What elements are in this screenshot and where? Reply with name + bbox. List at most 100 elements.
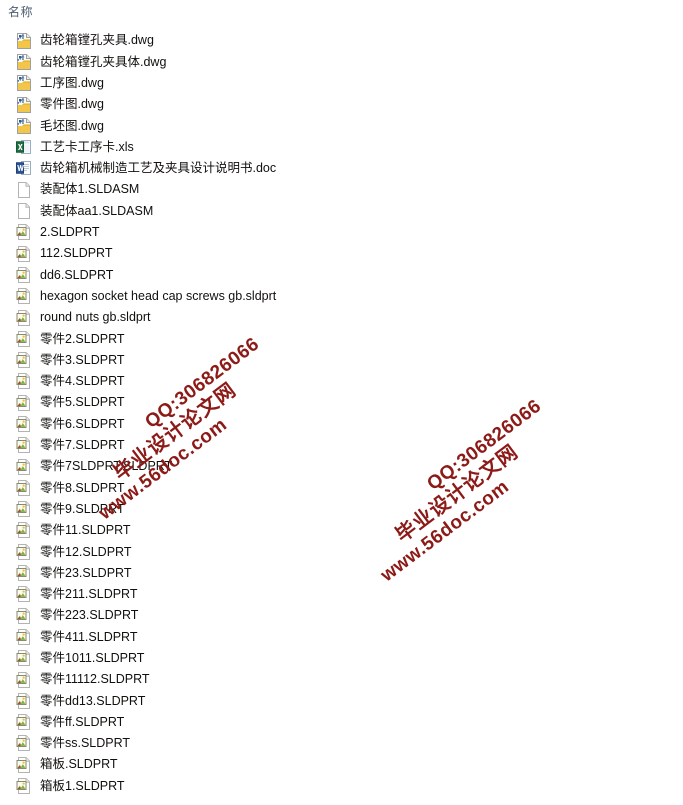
file-list-item[interactable]: 零件图.dwg — [0, 94, 683, 115]
file-list-item[interactable]: 工序图.dwg — [0, 73, 683, 94]
file-name-label: 零件211.SLDPRT — [40, 587, 138, 602]
sldprt-file-icon — [16, 437, 32, 454]
file-list-item[interactable]: 零件6.SLDPRT — [0, 413, 683, 434]
file-list-item[interactable]: 零件12.SLDPRT — [0, 541, 683, 562]
file-list-item[interactable]: 零件8.SLDPRT — [0, 477, 683, 498]
file-name-label: 零件dd13.SLDPRT — [40, 693, 146, 708]
file-list-item[interactable]: 2.SLDPRT — [0, 222, 683, 243]
file-list-item[interactable]: 零件dd13.SLDPRT — [0, 690, 683, 711]
file-list-item[interactable]: 箱板1.SLDPRT — [0, 775, 683, 796]
file-name-label: 零件ss.SLDPRT — [40, 736, 131, 751]
file-name-label: 零件223.SLDPRT — [40, 608, 139, 623]
file-list-item[interactable]: 零件11.SLDPRT — [0, 520, 683, 541]
file-list-item[interactable]: 112.SLDPRT — [0, 243, 683, 264]
column-header-name[interactable]: 名称 — [8, 3, 33, 20]
file-name-label: 齿轮箱镗孔夹具.dwg — [40, 33, 154, 48]
file-name-label: 零件6.SLDPRT — [40, 416, 125, 431]
file-name-label: 零件23.SLDPRT — [40, 565, 132, 580]
file-list-item[interactable]: 箱板.SLDPRT — [0, 754, 683, 775]
blank-document-icon — [16, 181, 32, 198]
file-name-label: 零件4.SLDPRT — [40, 374, 125, 389]
file-list-item[interactable]: 零件1011.SLDPRT — [0, 648, 683, 669]
sldprt-file-icon — [16, 671, 32, 688]
sldprt-file-icon — [16, 309, 32, 326]
file-name-label: 112.SLDPRT — [40, 246, 113, 261]
dwg-file-icon — [16, 96, 32, 113]
file-name-label: 零件1011.SLDPRT — [40, 651, 145, 665]
file-list-item[interactable]: round nuts gb.sldprt — [0, 307, 683, 328]
file-list-item[interactable]: 齿轮箱机械制造工艺及夹具设计说明书.doc — [0, 158, 683, 179]
sldprt-file-icon — [16, 543, 32, 560]
file-list-item[interactable]: 齿轮箱镗孔夹具.dwg — [0, 30, 683, 51]
sldprt-file-icon — [16, 692, 32, 709]
file-name-label: 装配体1.SLDASM — [40, 182, 140, 197]
sldprt-file-icon — [16, 607, 32, 624]
file-list-item[interactable]: dd6.SLDPRT — [0, 264, 683, 285]
file-list-item[interactable]: 零件5.SLDPRT — [0, 392, 683, 413]
file-name-label: 零件ff.SLDPRT — [40, 714, 125, 729]
file-list-item[interactable]: 零件7SLDPRT.SLDPRT — [0, 456, 683, 477]
sldprt-file-icon — [16, 714, 32, 731]
file-name-label: 工艺卡工序卡.xls — [40, 139, 134, 154]
file-list-item[interactable]: 装配体aa1.SLDASM — [0, 200, 683, 221]
word-file-icon — [16, 160, 32, 176]
sldprt-file-icon — [16, 415, 32, 432]
file-list-item[interactable]: 零件ss.SLDPRT — [0, 733, 683, 754]
file-name-label: round nuts gb.sldprt — [40, 310, 151, 325]
file-name-label: 零件11.SLDPRT — [40, 523, 131, 538]
file-name-label: 零件2.SLDPRT — [40, 331, 125, 346]
file-name-label: 工序图.dwg — [40, 75, 104, 90]
file-list-item[interactable]: 零件223.SLDPRT — [0, 605, 683, 626]
file-list-item[interactable]: 工艺卡工序卡.xls — [0, 136, 683, 157]
file-name-label: hexagon socket head cap screws gb.sldprt — [40, 288, 277, 303]
sldprt-file-icon — [16, 586, 32, 603]
sldprt-file-icon — [16, 650, 32, 667]
sldprt-file-icon — [16, 458, 32, 475]
blank-document-icon — [16, 203, 32, 220]
file-name-label: 零件图.dwg — [40, 97, 104, 112]
sldprt-file-icon — [16, 330, 32, 347]
file-list-item[interactable]: 零件7.SLDPRT — [0, 435, 683, 456]
file-name-label: 零件7.SLDPRT — [40, 438, 125, 453]
excel-file-icon — [16, 139, 32, 155]
sldprt-file-icon — [16, 778, 32, 795]
file-list-item[interactable]: 毛坯图.dwg — [0, 115, 683, 136]
file-list-item[interactable]: hexagon socket head cap screws gb.sldprt — [0, 286, 683, 307]
file-name-label: 零件8.SLDPRT — [40, 480, 125, 495]
file-list-item[interactable]: 零件3.SLDPRT — [0, 349, 683, 370]
file-list-item[interactable]: 齿轮箱镗孔夹具体.dwg — [0, 51, 683, 72]
sldprt-file-icon — [16, 224, 32, 241]
sldprt-file-icon — [16, 522, 32, 539]
file-list-item[interactable]: 零件9.SLDPRT — [0, 499, 683, 520]
sldprt-file-icon — [16, 373, 32, 390]
file-name-label: 毛坯图.dwg — [40, 118, 104, 133]
sldprt-file-icon — [16, 245, 32, 262]
sldprt-file-icon — [16, 266, 32, 283]
sldprt-file-icon — [16, 735, 32, 752]
file-name-label: 零件5.SLDPRT — [40, 395, 125, 410]
file-name-label: 箱板.SLDPRT — [40, 757, 118, 772]
sldprt-file-icon — [16, 394, 32, 411]
sldprt-file-icon — [16, 501, 32, 518]
file-name-label: 装配体aa1.SLDASM — [40, 203, 154, 218]
file-list-item[interactable]: 零件211.SLDPRT — [0, 584, 683, 605]
sldprt-file-icon — [16, 479, 32, 496]
dwg-file-icon — [16, 75, 32, 92]
file-list-item[interactable]: 零件23.SLDPRT — [0, 562, 683, 583]
file-name-label: 零件9.SLDPRT — [40, 501, 125, 516]
file-name-label: 零件11112.SLDPRT — [40, 672, 150, 687]
file-list-item[interactable]: 零件11112.SLDPRT — [0, 669, 683, 690]
sldprt-file-icon — [16, 288, 32, 305]
file-list-item[interactable]: 装配体1.SLDASM — [0, 179, 683, 200]
dwg-file-icon — [16, 53, 32, 70]
file-list: 齿轮箱镗孔夹具.dwg 齿轮箱镗孔夹具体.dwg 工序图.dwg 零件图.dwg 毛坯图… — [0, 30, 683, 797]
file-list-item[interactable]: 零件ff.SLDPRT — [0, 712, 683, 733]
file-list-item[interactable]: 零件2.SLDPRT — [0, 328, 683, 349]
file-name-label: 齿轮箱镗孔夹具体.dwg — [40, 54, 167, 69]
file-list-item[interactable]: 零件411.SLDPRT — [0, 626, 683, 647]
file-name-label: dd6.SLDPRT — [40, 267, 114, 282]
file-list-item[interactable]: 零件4.SLDPRT — [0, 371, 683, 392]
file-name-label: 齿轮箱机械制造工艺及夹具设计说明书.doc — [40, 161, 277, 176]
file-name-label: 零件7SLDPRT.SLDPRT — [40, 459, 173, 474]
file-name-label: 零件12.SLDPRT — [40, 544, 132, 559]
